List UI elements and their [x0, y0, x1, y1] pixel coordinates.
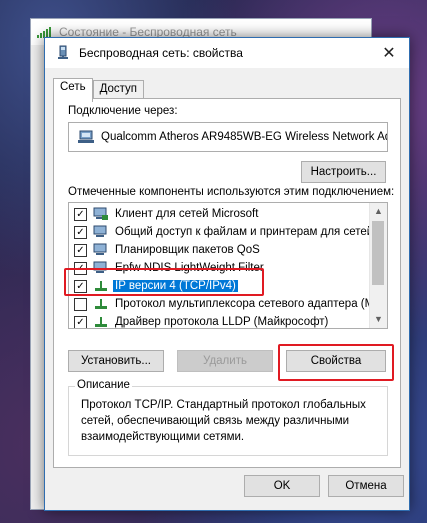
properties-button[interactable]: Свойства	[286, 350, 386, 372]
list-item[interactable]: ✓ Планировщик пакетов QoS	[69, 241, 369, 259]
uninstall-button[interactable]: Удалить	[177, 350, 273, 372]
scroll-up-icon[interactable]: ▲	[370, 203, 387, 220]
component-checkbox[interactable]	[74, 297, 87, 311]
adapter-name: Qualcomm Atheros AR9485WB-EG Wireless Ne…	[101, 131, 388, 143]
protocol-icon	[93, 279, 109, 293]
network-card-icon	[77, 130, 95, 144]
list-scrollbar[interactable]: ▲ ▼	[369, 203, 387, 328]
components-list: ✓ Клиент для сетей Microsoft ✓ Общий дос…	[68, 202, 388, 329]
component-label: Epfw NDIS LightWeight Filter	[115, 262, 264, 274]
dialog-title: Беспроводная сеть: свойства	[79, 46, 243, 60]
connect-using-label: Подключение через:	[68, 105, 178, 117]
tab-strip: Сеть Доступ	[53, 78, 145, 102]
component-label: IP версии 4 (TCP/IPv4)	[112, 279, 239, 293]
component-label: Драйвер протокола LLDP (Майкрософт)	[115, 316, 329, 328]
network-service-icon	[93, 225, 109, 239]
component-checkbox[interactable]: ✓	[74, 207, 87, 221]
protocol-icon	[93, 297, 109, 311]
list-item-selected[interactable]: ✓ IP версии 4 (TCP/IPv4)	[69, 277, 369, 295]
scroll-thumb[interactable]	[372, 221, 384, 285]
component-label: Планировщик пакетов QoS	[115, 244, 260, 256]
list-item[interactable]: ✓ Epfw NDIS LightWeight Filter	[69, 259, 369, 277]
network-tab-panel: Подключение через: Qualcomm Atheros AR94…	[53, 98, 401, 468]
component-checkbox[interactable]: ✓	[74, 279, 87, 293]
protocol-icon	[93, 315, 109, 328]
description-text: Протокол TCP/IP. Стандартный протокол гл…	[81, 399, 366, 443]
scroll-down-icon[interactable]: ▼	[370, 311, 387, 328]
wireless-properties-dialog: Беспроводная сеть: свойства ✕ Сеть Досту…	[44, 37, 410, 511]
list-item[interactable]: ✓ Драйвер протокола LLDP (Майкрософт)	[69, 313, 369, 328]
install-button[interactable]: Установить...	[68, 350, 164, 372]
component-checkbox[interactable]: ✓	[74, 315, 87, 328]
component-label: Общий доступ к файлам и принтерам для се…	[115, 226, 388, 238]
close-button[interactable]: ✕	[369, 38, 409, 68]
network-service-icon	[93, 261, 109, 275]
configure-button[interactable]: Настроить...	[301, 161, 386, 183]
network-client-icon	[93, 207, 109, 221]
component-checkbox[interactable]: ✓	[74, 261, 87, 275]
network-service-icon	[93, 243, 109, 257]
ok-button[interactable]: OK	[244, 475, 320, 497]
adapter-field: Qualcomm Atheros AR9485WB-EG Wireless Ne…	[68, 122, 388, 152]
components-label: Отмеченные компоненты используются этим …	[68, 186, 395, 198]
cancel-button[interactable]: Отмена	[328, 475, 404, 497]
list-item[interactable]: Протокол мультиплексора сетевого адаптер…	[69, 295, 381, 313]
tab-network[interactable]: Сеть	[53, 78, 93, 102]
dialog-titlebar[interactable]: Беспроводная сеть: свойства ✕	[45, 38, 409, 68]
component-checkbox[interactable]: ✓	[74, 225, 87, 239]
component-label: Клиент для сетей Microsoft	[115, 208, 259, 220]
list-item[interactable]: ✓ Клиент для сетей Microsoft	[69, 205, 369, 223]
list-item[interactable]: ✓ Общий доступ к файлам и принтерам для …	[69, 223, 387, 241]
component-label: Протокол мультиплексора сетевого адаптер…	[115, 298, 381, 310]
network-adapter-icon	[55, 45, 71, 61]
description-group: Описание Протокол TCP/IP. Стандартный пр…	[68, 379, 388, 456]
component-checkbox[interactable]: ✓	[74, 243, 87, 257]
description-title: Описание	[75, 379, 132, 391]
